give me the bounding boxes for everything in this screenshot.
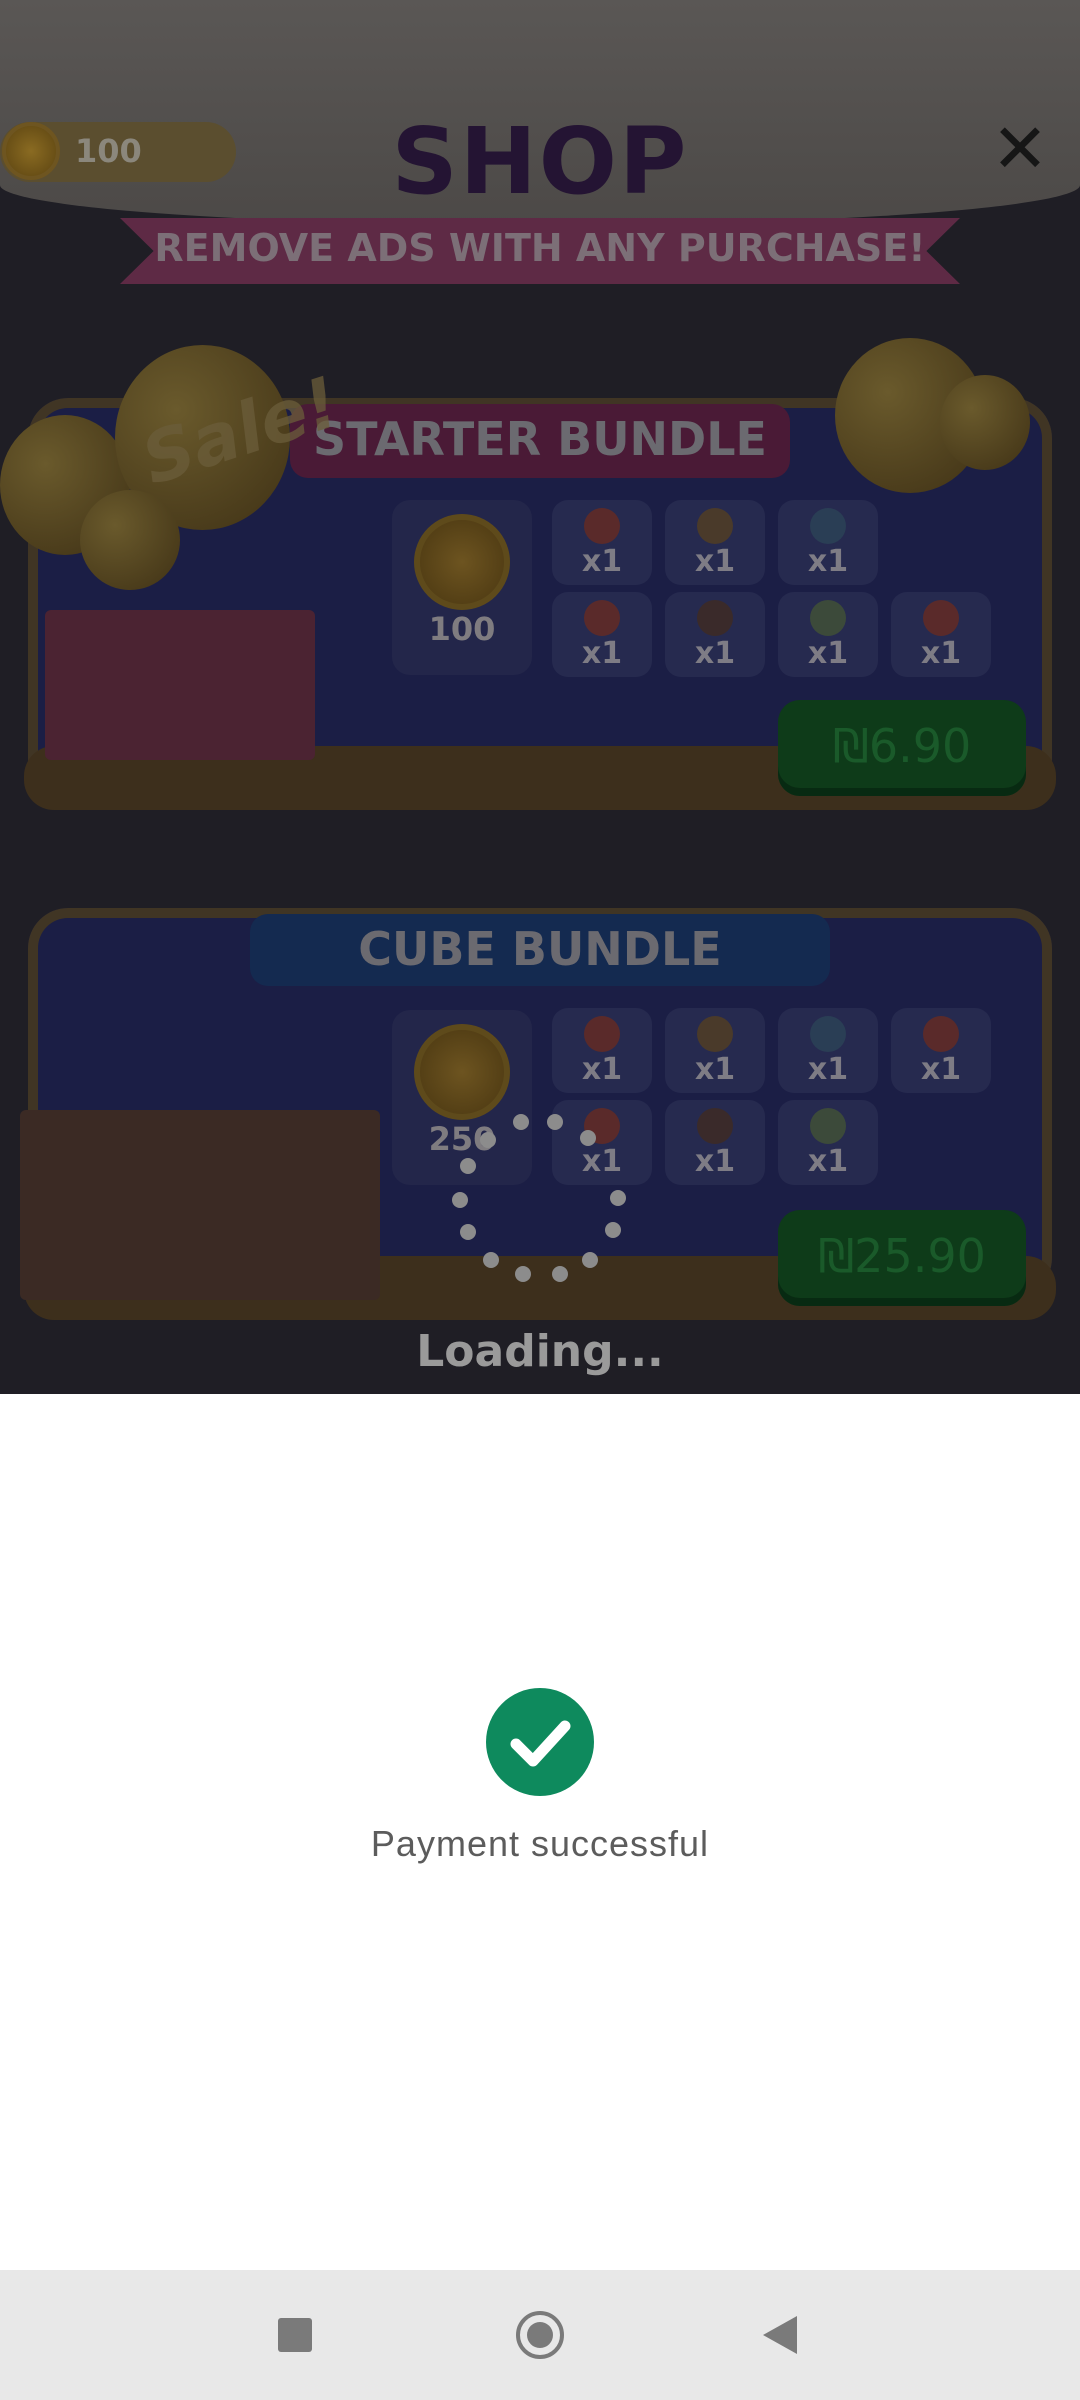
booster-icon <box>697 508 733 544</box>
back-icon[interactable] <box>763 2316 797 2354</box>
item-slot: x1 <box>665 1008 765 1093</box>
item-quantity: x1 <box>581 1052 623 1087</box>
payment-status-text: Payment successful <box>370 1823 710 1864</box>
booster-icon <box>810 1016 846 1052</box>
item-quantity: x1 <box>694 1144 736 1179</box>
spinner-dot <box>605 1222 621 1238</box>
spinner-dot <box>460 1158 476 1174</box>
item-quantity: x1 <box>581 1144 623 1179</box>
spinner-dot <box>480 1132 496 1148</box>
compass-icon <box>810 1108 846 1144</box>
item-slot: x1 <box>665 1100 765 1185</box>
spinner-dot <box>452 1192 468 1208</box>
starter-bundle-buy-button[interactable]: ₪6.90 <box>778 700 1026 796</box>
spinner-dot <box>483 1252 499 1268</box>
bomb-icon <box>697 600 733 636</box>
cube-bundle-buy-button[interactable]: ₪25.90 <box>778 1210 1026 1306</box>
gift-box-icon <box>45 610 315 760</box>
spinner-dot <box>547 1114 563 1130</box>
item-quantity: x1 <box>694 1052 736 1087</box>
item-quantity: x1 <box>807 636 849 671</box>
spinner-dot <box>610 1190 626 1206</box>
item-slot: x1 <box>665 500 765 585</box>
item-slot: x1 <box>778 1100 878 1185</box>
coin-reward-amount: 250 <box>428 1120 496 1158</box>
shop-title: SHOP <box>391 108 689 215</box>
loading-text: Loading... <box>416 1326 664 1377</box>
spinner-dot <box>460 1224 476 1240</box>
item-slot: x1 <box>552 1008 652 1093</box>
balloon-icon <box>940 375 1030 470</box>
hammer-icon <box>923 1016 959 1052</box>
item-quantity: x1 <box>807 1144 849 1179</box>
spinner-dot <box>552 1266 568 1282</box>
item-quantity: x1 <box>807 544 849 579</box>
coin-icon <box>414 514 510 610</box>
item-slot: x1 <box>552 500 652 585</box>
coin-icon <box>414 1024 510 1120</box>
item-slot: x1 <box>665 592 765 677</box>
spinner-dot <box>513 1114 529 1130</box>
game-shop-background: 100 SHOP ✕ REMOVE ADS WITH ANY PURCHASE!… <box>0 0 1080 1394</box>
item-quantity: x1 <box>694 544 736 579</box>
item-slot: x1 <box>891 592 991 677</box>
booster-icon <box>584 1016 620 1052</box>
remove-ads-banner-text: REMOVE ADS WITH ANY PURCHASE! <box>154 226 926 270</box>
item-slot: x1 <box>778 1008 878 1093</box>
item-slot: x1 <box>552 592 652 677</box>
item-quantity: x1 <box>920 636 962 671</box>
item-quantity: x1 <box>581 636 623 671</box>
booster-icon <box>810 508 846 544</box>
booster-icon <box>584 600 620 636</box>
spinner-dot <box>582 1252 598 1268</box>
item-slot: x1 <box>778 500 878 585</box>
home-icon-center <box>527 2322 553 2348</box>
spinner-dot <box>580 1130 596 1146</box>
compass-icon <box>810 600 846 636</box>
coin-reward-slot: 250 <box>392 1010 532 1185</box>
spinner-dot <box>515 1266 531 1282</box>
booster-icon <box>584 508 620 544</box>
recents-icon[interactable] <box>278 2318 312 2352</box>
item-slot: x1 <box>778 592 878 677</box>
coin-reward-slot: 100 <box>392 500 532 675</box>
close-button[interactable]: ✕ <box>990 116 1050 184</box>
bomb-icon <box>697 1108 733 1144</box>
coin-reward-amount: 100 <box>428 610 496 648</box>
item-quantity: x1 <box>807 1052 849 1087</box>
open-box-icon <box>20 1110 380 1300</box>
booster-icon <box>697 1016 733 1052</box>
item-quantity: x1 <box>581 544 623 579</box>
item-quantity: x1 <box>694 636 736 671</box>
item-quantity: x1 <box>920 1052 962 1087</box>
balloon-icon <box>80 490 180 590</box>
cube-bundle-title: CUBE BUNDLE <box>358 922 722 976</box>
item-slot: x1 <box>891 1008 991 1093</box>
item-slot: x1 <box>552 1100 652 1185</box>
check-icon <box>486 1688 594 1796</box>
hammer-icon <box>923 600 959 636</box>
